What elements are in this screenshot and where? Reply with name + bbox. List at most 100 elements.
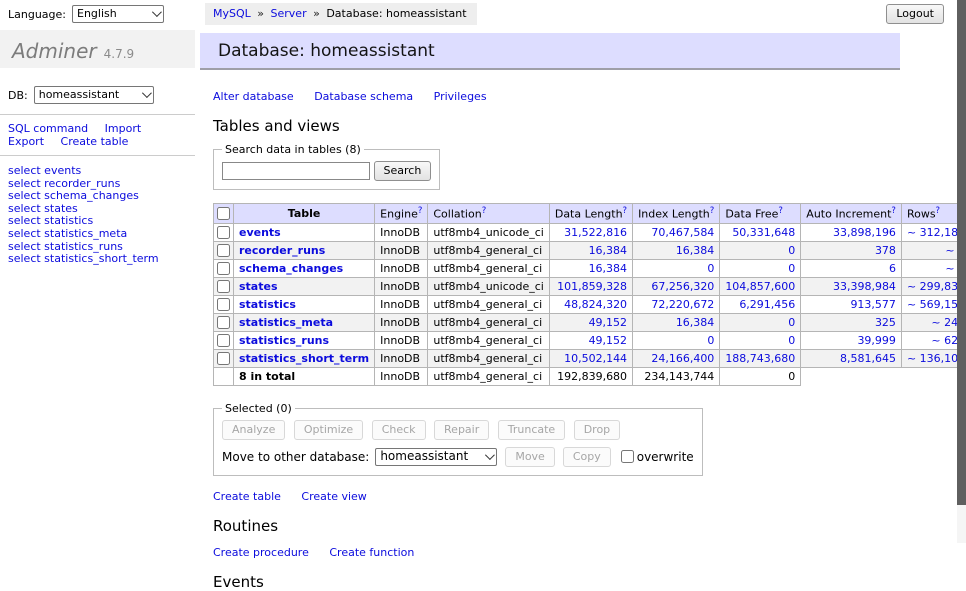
table-link[interactable]: events	[239, 226, 281, 239]
chevron-down-icon	[152, 7, 162, 17]
col-collation: Collation?	[428, 204, 549, 224]
scrollbar-track[interactable]	[957, 0, 966, 543]
privileges-link[interactable]: Privileges	[434, 90, 487, 103]
table-link[interactable]: statistics_short_term	[239, 352, 369, 365]
select-all-checkbox[interactable]	[217, 207, 230, 220]
breadcrumb-current: Database: homeassistant	[326, 7, 466, 20]
overwrite-checkbox[interactable]	[621, 450, 634, 463]
sidebar-item-select-events[interactable]: select events	[8, 165, 195, 178]
data-length-cell: 49,152	[549, 331, 632, 349]
db-chooser: DB: homeassistant	[0, 68, 195, 114]
main-content: MySQL » Server » Database: homeassistant…	[205, 0, 953, 591]
index-length-cell: 16,384	[633, 313, 720, 331]
row-checkbox[interactable]	[217, 298, 230, 311]
sidebar-item-select-statistics-short-term[interactable]: select statistics_short_term	[8, 253, 195, 266]
data-length-cell: 31,522,816	[549, 223, 632, 241]
analyze-button[interactable]: Analyze	[222, 420, 285, 440]
row-checkbox[interactable]	[217, 280, 230, 293]
engine-cell: InnoDB	[375, 331, 428, 349]
engine-cell: InnoDB	[375, 295, 428, 313]
search-fieldset: Search data in tables (8) Search	[213, 143, 440, 190]
move-button[interactable]: Move	[505, 447, 555, 467]
help-icon[interactable]: ?	[778, 206, 783, 216]
search-button[interactable]: Search	[374, 161, 432, 181]
help-icon[interactable]: ?	[936, 206, 941, 216]
collation-cell: utf8mb4_general_ci	[428, 259, 549, 277]
language-select[interactable]: English	[72, 5, 164, 23]
breadcrumb-separator: »	[313, 7, 320, 20]
create-function-link[interactable]: Create function	[329, 546, 414, 559]
create-procedure-link[interactable]: Create procedure	[213, 546, 309, 559]
create-table-link[interactable]: Create table	[213, 490, 281, 503]
copy-button[interactable]: Copy	[563, 447, 611, 467]
engine-cell: InnoDB	[375, 349, 428, 367]
events-heading: Events	[213, 573, 953, 591]
create-table-link[interactable]: Create table	[61, 135, 129, 148]
auto-increment-cell: 378	[801, 241, 902, 259]
data-free-cell: 6,291,456	[720, 295, 801, 313]
auto-increment-cell: 6	[801, 259, 902, 277]
export-link[interactable]: Export	[8, 135, 44, 148]
repair-button[interactable]: Repair	[434, 420, 489, 440]
language-form: Language: English	[8, 5, 164, 23]
index-length-cell: 16,384	[633, 241, 720, 259]
sidebar-item-select-schema-changes[interactable]: select schema_changes	[8, 190, 195, 203]
selected-fieldset: Selected (0) Analyze Optimize Check Repa…	[213, 402, 703, 476]
db-label: DB:	[8, 89, 28, 102]
collation-cell: utf8mb4_general_ci	[428, 313, 549, 331]
table-link[interactable]: states	[239, 280, 278, 293]
table-row-states: states InnoDB utf8mb4_unicode_ci 101,859…	[214, 277, 966, 295]
col-data-length: Data Length?	[549, 204, 632, 224]
truncate-button[interactable]: Truncate	[498, 420, 565, 440]
adminer-brand: Adminer	[12, 39, 97, 63]
col-data-free: Data Free?	[720, 204, 801, 224]
table-link[interactable]: statistics_runs	[239, 334, 329, 347]
optimize-button[interactable]: Optimize	[294, 420, 363, 440]
database-schema-link[interactable]: Database schema	[314, 90, 413, 103]
search-input[interactable]	[222, 162, 370, 180]
routines-heading: Routines	[213, 517, 953, 535]
breadcrumb: MySQL » Server » Database: homeassistant	[205, 3, 477, 25]
sql-command-link[interactable]: SQL command	[8, 122, 88, 135]
data-free-cell: 0	[720, 241, 801, 259]
table-link[interactable]: statistics_meta	[239, 316, 333, 329]
row-checkbox[interactable]	[217, 316, 230, 329]
check-button[interactable]: Check	[372, 420, 426, 440]
data-length-cell: 101,859,328	[549, 277, 632, 295]
table-row-events: events InnoDB utf8mb4_unicode_ci 31,522,…	[214, 223, 966, 241]
scrollbar-thumb[interactable]	[957, 0, 966, 505]
import-link[interactable]: Import	[105, 122, 142, 135]
engine-cell: InnoDB	[375, 241, 428, 259]
row-checkbox[interactable]	[217, 226, 230, 239]
row-checkbox[interactable]	[217, 334, 230, 347]
create-view-link[interactable]: Create view	[301, 490, 366, 503]
table-link[interactable]: recorder_runs	[239, 244, 325, 257]
drop-button[interactable]: Drop	[574, 420, 620, 440]
sidebar-item-select-statistics-meta[interactable]: select statistics_meta	[8, 228, 195, 241]
row-checkbox[interactable]	[217, 244, 230, 257]
table-row-schema-changes: schema_changes InnoDB utf8mb4_general_ci…	[214, 259, 966, 277]
row-checkbox[interactable]	[217, 352, 230, 365]
help-icon[interactable]: ?	[891, 206, 896, 216]
logout-button[interactable]: Logout	[886, 4, 944, 24]
move-row: Move to other database: homeassistant Mo…	[222, 447, 694, 467]
row-checkbox[interactable]	[217, 262, 230, 275]
alter-database-link[interactable]: Alter database	[213, 90, 294, 103]
adminer-logo: Adminer 4.7.9	[0, 30, 195, 68]
table-link[interactable]: statistics	[239, 298, 296, 311]
help-icon[interactable]: ?	[623, 206, 628, 216]
table-link[interactable]: schema_changes	[239, 262, 343, 275]
breadcrumb-server-link[interactable]: Server	[271, 7, 307, 20]
selected-actions: Analyze Optimize Check Repair Truncate D…	[222, 420, 694, 440]
breadcrumb-mysql-link[interactable]: MySQL	[213, 7, 251, 20]
page-title: Database: homeassistant	[200, 33, 900, 70]
help-icon[interactable]: ?	[482, 206, 487, 216]
data-free-total: 0	[720, 367, 801, 385]
help-icon[interactable]: ?	[418, 206, 423, 216]
col-engine: Engine?	[375, 204, 428, 224]
col-auto-increment: Auto Increment?	[801, 204, 902, 224]
help-icon[interactable]: ?	[710, 206, 715, 216]
move-database-select[interactable]: homeassistant	[375, 448, 497, 466]
data-length-cell: 49,152	[549, 313, 632, 331]
db-select[interactable]: homeassistant	[34, 86, 154, 104]
